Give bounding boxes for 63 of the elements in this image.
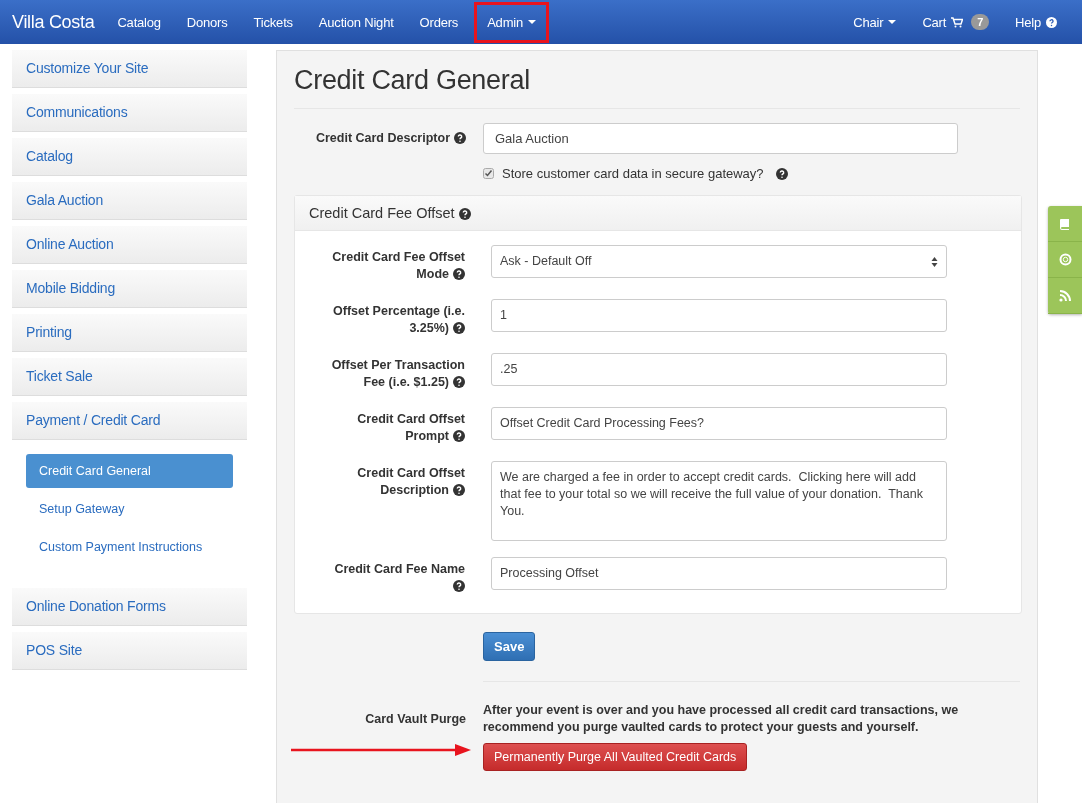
field-label: Credit Card Offset Prompt [356, 411, 465, 445]
input-field[interactable]: Processing Offset [491, 557, 947, 590]
help-icon [453, 430, 465, 442]
nav-link[interactable]: Donors [173, 4, 241, 40]
save-button[interactable]: Save [483, 632, 536, 661]
field-label: Credit Card Descriptor [294, 130, 466, 147]
select-field[interactable]: Ask - Default Off [491, 245, 947, 278]
checkbox[interactable] [483, 168, 494, 179]
textarea-field[interactable]: We are charged a fee in order to accept credit cards. Clicking here will add that fee to your total so we will receive the full value of your donation. Thank You. [491, 461, 947, 541]
input-field[interactable]: .25 [491, 353, 947, 386]
sidebar-item[interactable]: Catalog [12, 138, 247, 176]
submenu-item[interactable]: Credit Card General [26, 454, 233, 488]
nav-link[interactable]: Admin [474, 1, 549, 43]
nav-link[interactable]: Orders [406, 4, 472, 40]
sidebar-item[interactable]: Communications [12, 94, 247, 132]
help-link[interactable]: Help [1002, 4, 1070, 40]
help-icon [1046, 16, 1057, 28]
page-title: Credit Card General [294, 65, 1020, 109]
sidebar-item[interactable]: Online Auction [12, 226, 247, 264]
input-field[interactable]: Gala Auction [483, 123, 958, 154]
rss-icon [1059, 289, 1071, 302]
sidebar-item[interactable]: Gala Auction [12, 182, 247, 220]
sidebar-item[interactable]: Ticket Sale [12, 358, 247, 396]
purge-button[interactable]: Permanently Purge All Vaulted Credit Cards [483, 743, 748, 771]
panel-title: Credit Card Fee Offset [309, 205, 455, 221]
field-label: Offset Percentage (i.e. 3.25%) [332, 303, 465, 337]
cart-icon [951, 16, 964, 28]
caret-icon [888, 20, 897, 24]
book-icon [1059, 217, 1071, 230]
sidebar-item[interactable]: Online Donation Forms [12, 588, 247, 626]
sidebar-item[interactable]: POS Site [12, 632, 247, 670]
field-label: Credit Card Fee Name [325, 557, 465, 595]
lifebuoy-icon [1058, 253, 1072, 266]
sidebar-item[interactable]: Customize Your Site [12, 50, 247, 88]
checkbox-label: Store customer card data in secure gateway? [502, 166, 764, 181]
nav-link[interactable]: Catalog [104, 4, 174, 40]
help-icon [454, 132, 466, 144]
help-icon [453, 268, 465, 280]
input-field[interactable]: Offset Credit Card Processing Fees? [491, 407, 947, 440]
sidebar-item[interactable]: Printing [12, 314, 247, 352]
field-label: Offset Per Transaction Fee (i.e. $1.25) [330, 357, 465, 391]
purge-description: After your event is over and you have processed all credit card transactions, we recommend you purge vaulted cards to protect your guests and yourself. [483, 702, 960, 736]
submenu-item[interactable]: Custom Payment Instructions [26, 530, 233, 564]
help-icon [453, 376, 465, 388]
user-menu[interactable]: Chair [840, 4, 910, 40]
help-icon [453, 322, 465, 334]
select-arrows-icon [931, 255, 938, 268]
brand-name[interactable]: Villa Costa [12, 11, 95, 33]
field-label: Credit Card Fee Offset Mode [331, 249, 465, 283]
field-label: Credit Card Offset Description [356, 465, 465, 499]
help-icon [453, 580, 465, 592]
cart-link[interactable]: Cart 7 [909, 4, 1003, 40]
help-icon [458, 208, 471, 220]
help-icon [453, 484, 465, 496]
nav-link[interactable]: Auction Night [305, 4, 407, 40]
nav-link[interactable]: Tickets [240, 4, 306, 40]
field-label: Card Vault Purge [364, 711, 466, 726]
sidebar-item[interactable]: Mobile Bidding [12, 270, 247, 308]
help-icon [775, 167, 788, 180]
cart-count: 7 [971, 14, 990, 30]
input-field[interactable]: 1 [491, 299, 947, 332]
sidebar-item[interactable]: Payment / Credit Card [12, 402, 247, 440]
submenu-item[interactable]: Setup Gateway [26, 492, 233, 526]
